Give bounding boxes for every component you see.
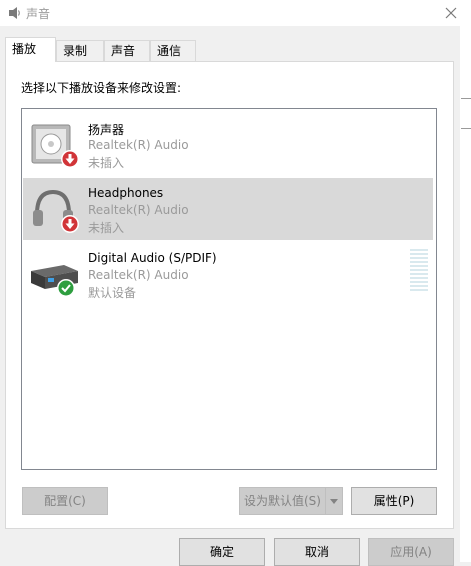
- title-bar: 声音: [0, 0, 471, 26]
- speaker-icon: [31, 124, 79, 168]
- digital-audio-icon: [31, 265, 78, 297]
- configure-button[interactable]: 配置(C): [22, 487, 108, 515]
- device-status: 未插入: [88, 156, 125, 170]
- device-item-digital-audio[interactable]: Digital Audio (S/PDIF) Realtek(R) Audio …: [23, 243, 433, 305]
- device-item-speaker[interactable]: 扬声器 Realtek(R) Audio 未插入: [23, 113, 433, 175]
- device-name: 扬声器: [88, 123, 125, 137]
- tab-sounds[interactable]: 声音: [104, 40, 150, 61]
- tab-communications[interactable]: 通信: [150, 40, 196, 61]
- device-list[interactable]: 扬声器 Realtek(R) Audio 未插入 Headphones Real…: [21, 108, 437, 470]
- tab-recording[interactable]: 录制: [56, 40, 104, 61]
- speaker-app-icon: [9, 7, 20, 19]
- close-icon[interactable]: [441, 3, 461, 23]
- set-default-dropdown[interactable]: [325, 487, 343, 515]
- device-status: 默认设备: [88, 286, 137, 300]
- instruction-label: 选择以下播放设备来修改设置:: [21, 81, 182, 95]
- properties-button[interactable]: 属性(P): [351, 487, 437, 515]
- device-driver: Realtek(R) Audio: [88, 138, 189, 152]
- unplugged-badge-icon: [61, 150, 79, 168]
- device-driver: Realtek(R) Audio: [88, 203, 189, 217]
- device-driver: Realtek(R) Audio: [88, 268, 189, 282]
- volume-level-meter: [410, 249, 428, 293]
- chevron-down-icon: [330, 499, 338, 504]
- headphones-icon: [33, 189, 79, 233]
- device-name: Digital Audio (S/PDIF): [88, 251, 217, 265]
- background-window-edge: [460, 26, 471, 562]
- device-status: 未插入: [88, 221, 125, 235]
- set-default-button[interactable]: 设为默认值(S): [239, 487, 326, 515]
- window-title: 声音: [26, 7, 51, 21]
- device-name: Headphones: [88, 186, 164, 200]
- device-item-headphones[interactable]: Headphones Realtek(R) Audio 未插入: [23, 178, 433, 240]
- default-check-icon: [57, 279, 75, 297]
- unplugged-badge-icon: [61, 215, 79, 233]
- tab-playback[interactable]: 播放: [5, 37, 56, 62]
